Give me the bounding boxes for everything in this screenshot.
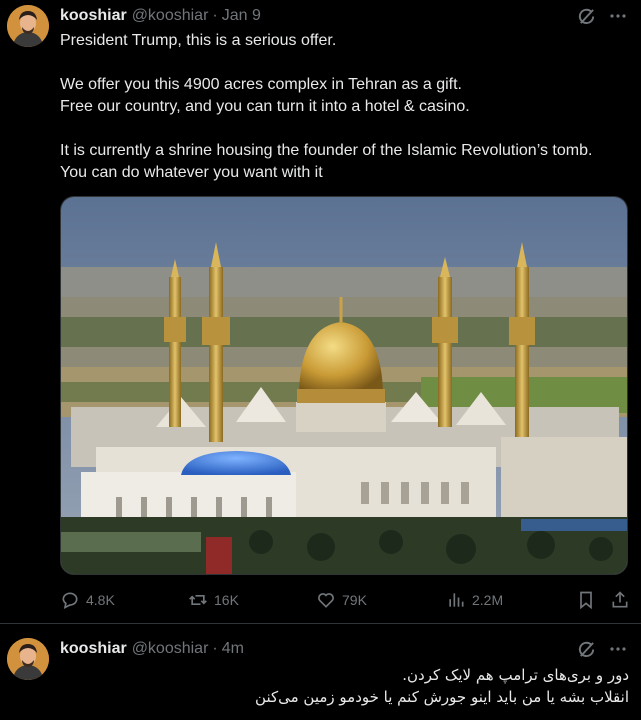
- tweet-header: kooshiar @kooshiar · Jan 9: [60, 5, 261, 27]
- bookmark-icon: [580, 591, 592, 610]
- tweet-text: دور و بری‌های ترامپ هم لایک کردن. انقلاب…: [69, 664, 629, 708]
- tweet-actions: 4.8K 16K 79K 2.2M: [60, 588, 633, 612]
- views-icon: [449, 593, 464, 607]
- tweet-text-line: [60, 52, 635, 74]
- tweet-header-actions: [575, 5, 629, 27]
- tweet-text: President Trump, this is a serious offer…: [60, 30, 635, 184]
- tweet-text-line: Free our country, and you can turn it in…: [60, 98, 470, 115]
- tweet-text-line: انقلاب بشه یا من باید اینو جورش کنم یا خ…: [255, 688, 629, 706]
- grok-icon[interactable]: [575, 5, 597, 27]
- author-name[interactable]: kooshiar: [60, 7, 127, 25]
- repost-button[interactable]: 16K: [188, 588, 239, 612]
- tweet-text-line: You can do whatever you want with it: [60, 164, 323, 181]
- bookmark-button[interactable]: [576, 588, 602, 612]
- tweet-text-line: We offer you this 4900 acres complex in …: [60, 76, 462, 93]
- like-icon: [318, 593, 334, 608]
- tweet-header-actions: [575, 638, 629, 660]
- reply-button[interactable]: 4.8K: [60, 588, 115, 612]
- tweet-timestamp[interactable]: 4m: [222, 640, 244, 658]
- separator-dot: ·: [212, 640, 218, 657]
- like-button[interactable]: 79K: [316, 588, 367, 612]
- tweet[interactable]: kooshiar @kooshiar · Jan 9 President Tru…: [0, 0, 641, 623]
- repost-icon: [189, 595, 207, 605]
- reply-icon: [62, 592, 78, 610]
- tweet-timestamp[interactable]: Jan 9: [222, 7, 261, 25]
- repost-count: 16K: [214, 592, 239, 608]
- tweet-text-line: It is currently a shrine housing the fou…: [60, 142, 593, 159]
- separator-dot: ·: [212, 7, 218, 24]
- grok-icon[interactable]: [575, 638, 597, 660]
- views-count: 2.2M: [472, 592, 504, 608]
- author-handle[interactable]: @kooshiar: [132, 640, 209, 658]
- share-button[interactable]: [610, 588, 636, 612]
- reply-count: 4.8K: [86, 592, 115, 608]
- more-icon[interactable]: [607, 638, 629, 660]
- tweet-text-line: President Trump, this is a serious offer…: [60, 32, 337, 49]
- author-name[interactable]: kooshiar: [60, 640, 127, 658]
- tweet[interactable]: kooshiar @kooshiar · 4m دور و بری‌های تر…: [0, 624, 641, 720]
- tweet-text-line: [60, 118, 635, 140]
- avatar[interactable]: [7, 5, 49, 47]
- views-button[interactable]: 2.2M: [446, 588, 503, 612]
- tweet-text-line: دور و بری‌های ترامپ هم لایک کردن.: [402, 666, 629, 684]
- share-icon: [612, 591, 628, 608]
- author-handle[interactable]: @kooshiar: [132, 7, 209, 25]
- more-icon[interactable]: [607, 5, 629, 27]
- tweet-header: kooshiar @kooshiar · 4m: [60, 638, 244, 660]
- tweet-media-image[interactable]: [60, 196, 628, 575]
- avatar[interactable]: [7, 638, 49, 680]
- like-count: 79K: [342, 592, 367, 608]
